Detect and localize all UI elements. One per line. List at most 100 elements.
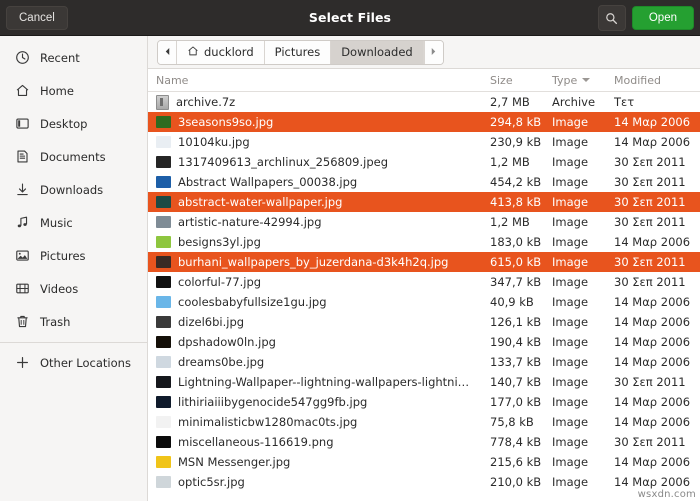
- file-size-cell: 215,6 kB: [490, 455, 542, 469]
- header-actions: Open: [597, 0, 694, 36]
- file-name-cell: artistic-nature-42994.jpg: [148, 215, 490, 229]
- file-row[interactable]: abstract-water-wallpaper.jpg 413,8 kB Imag…: [148, 192, 700, 212]
- image-thumbnail: [156, 376, 171, 388]
- sidebar-item-music[interactable]: Music: [0, 206, 147, 239]
- file-name-cell: minimalisticbw1280mac0ts.jpg: [148, 415, 490, 429]
- file-name-label: MSN Messenger.jpg: [178, 455, 291, 469]
- sidebar-item-recent[interactable]: Recent: [0, 41, 147, 74]
- file-size-cell: 140,7 kB: [490, 375, 542, 389]
- sidebar-item-other-locations[interactable]: Other Locations: [0, 346, 147, 379]
- file-row[interactable]: colorful-77.jpg 347,7 kB Image 30 Σεπ 2011: [148, 272, 700, 292]
- sidebar-item-desktop[interactable]: Desktop: [0, 107, 147, 140]
- file-row[interactable]: optic5sr.jpg 210,0 kB Image 14 Μαρ 2006: [148, 472, 700, 492]
- file-row[interactable]: 1317409613_archlinux_256809.jpeg 1,2 MB Im…: [148, 152, 700, 172]
- file-size-cell: 347,7 kB: [490, 275, 542, 289]
- file-row[interactable]: MSN Messenger.jpg 215,6 kB Image 14 Μαρ 200…: [148, 452, 700, 472]
- document-icon: [14, 149, 30, 165]
- file-modified-cell: 14 Μαρ 2006: [614, 235, 691, 249]
- column-header-type[interactable]: Type: [552, 74, 614, 87]
- sidebar-item-downloads[interactable]: Downloads: [0, 173, 147, 206]
- video-icon: [14, 281, 30, 297]
- dialog-title: Select Files: [308, 10, 392, 25]
- file-modified-cell: 30 Σεπ 2011: [614, 155, 686, 169]
- file-name-cell: besigns3yl.jpg: [148, 235, 490, 249]
- sidebar-item-label: Recent: [40, 50, 80, 65]
- file-type-cell: Image: [552, 155, 589, 169]
- image-thumbnail: [156, 436, 171, 448]
- file-row[interactable]: burhani_wallpapers_by_juzerdana-d3k4h2q.…: [148, 252, 700, 272]
- image-thumbnail: [156, 196, 171, 208]
- file-name-label: lithiriaiiibygenocide547gg9fb.jpg: [178, 395, 368, 409]
- path-back-button[interactable]: [158, 40, 177, 64]
- file-name-cell: coolesbabyfullsize1gu.jpg: [148, 295, 490, 309]
- sidebar-item-trash[interactable]: Trash: [0, 305, 147, 338]
- breadcrumb-item-downloaded[interactable]: Downloaded: [331, 40, 424, 64]
- breadcrumb-item-ducklord[interactable]: ducklord: [177, 40, 265, 64]
- file-modified-cell: 14 Μαρ 2006: [614, 315, 691, 329]
- places-sidebar: Recent Home Desktop Documents Downloads …: [0, 36, 148, 501]
- file-row[interactable]: lithiriaiiibygenocide547gg9fb.jpg 177,0 k…: [148, 392, 700, 412]
- file-size-cell: 615,0 kB: [490, 255, 542, 269]
- file-type-cell: Image: [552, 355, 589, 369]
- image-thumbnail: [156, 276, 171, 288]
- file-row[interactable]: Abstract Wallpapers_00038.jpg 454,2 kB Ima…: [148, 172, 700, 192]
- image-thumbnail: [156, 336, 171, 348]
- image-thumbnail: [156, 456, 171, 468]
- file-modified-cell: 14 Μαρ 2006: [614, 475, 691, 489]
- sidebar-item-documents[interactable]: Documents: [0, 140, 147, 173]
- file-name-label: 10104ku.jpg: [178, 135, 250, 149]
- file-name-cell: colorful-77.jpg: [148, 275, 490, 289]
- file-browser-pane: ducklord Pictures Downloaded Name Size T…: [148, 36, 700, 501]
- search-button[interactable]: [597, 5, 626, 31]
- image-thumbnail: [156, 116, 171, 128]
- sidebar-item-pictures[interactable]: Pictures: [0, 239, 147, 272]
- path-bar-area: ducklord Pictures Downloaded: [148, 36, 700, 69]
- file-name-cell: optic5sr.jpg: [148, 475, 490, 489]
- clock-icon: [14, 50, 30, 66]
- file-modified-cell: 14 Μαρ 2006: [614, 135, 691, 149]
- file-name-cell: 3seasons9so.jpg: [148, 115, 490, 129]
- file-modified-cell: 14 Μαρ 2006: [614, 355, 691, 369]
- file-name-cell: 1317409613_archlinux_256809.jpeg: [148, 155, 490, 169]
- file-row[interactable]: dreams0be.jpg 133,7 kB Image 14 Μαρ 2006: [148, 352, 700, 372]
- file-row[interactable]: minimalisticbw1280mac0ts.jpg 75,8 kB Image…: [148, 412, 700, 432]
- sidebar-item-videos[interactable]: Videos: [0, 272, 147, 305]
- file-list[interactable]: archive.7z 2,7 MB Archive Τετ 3seasons9so.jp…: [148, 92, 700, 501]
- file-modified-cell: 30 Σεπ 2011: [614, 195, 686, 209]
- file-name-label: 3seasons9so.jpg: [178, 115, 274, 129]
- sort-descending-icon: [582, 78, 591, 82]
- file-type-cell: Image: [552, 135, 589, 149]
- file-name-cell: 10104ku.jpg: [148, 135, 490, 149]
- sidebar-item-label: Documents: [40, 149, 106, 164]
- file-row[interactable]: coolesbabyfullsize1gu.jpg 40,9 kB Image 14 …: [148, 292, 700, 312]
- file-name-label: Abstract Wallpapers_00038.jpg: [178, 175, 358, 189]
- file-row[interactable]: besigns3yl.jpg 183,0 kB Image 14 Μαρ 2006: [148, 232, 700, 252]
- open-button[interactable]: Open: [631, 6, 694, 30]
- image-thumbnail: [156, 156, 171, 168]
- column-header-name[interactable]: Name: [148, 74, 490, 87]
- column-header-modified[interactable]: Modified: [614, 74, 700, 87]
- file-row[interactable]: miscellaneous-116619.png 778,4 kB Image 30 …: [148, 432, 700, 452]
- cancel-button[interactable]: Cancel: [6, 5, 68, 30]
- file-row[interactable]: 10104ku.jpg 230,9 kB Image 14 Μαρ 2006: [148, 132, 700, 152]
- image-thumbnail: [156, 316, 171, 328]
- file-row[interactable]: dpshadow0ln.jpg 190,4 kB Image 14 Μαρ 2006: [148, 332, 700, 352]
- trash-icon: [14, 314, 30, 330]
- file-modified-cell: 14 Μαρ 2006: [614, 415, 691, 429]
- path-forward-button[interactable]: [423, 40, 443, 64]
- file-row[interactable]: artistic-nature-42994.jpg 1,2 MB Image 30 Σ…: [148, 212, 700, 232]
- image-thumbnail: [156, 236, 171, 248]
- archive-file-icon: [156, 94, 169, 110]
- file-type-cell: Image: [552, 335, 589, 349]
- file-modified-cell: 14 Μαρ 2006: [614, 295, 691, 309]
- file-row[interactable]: Lightning-Wallpaper--lightning-wallpaper…: [148, 372, 700, 392]
- file-row[interactable]: 3seasons9so.jpg 294,8 kB Image 14 Μαρ 2006: [148, 112, 700, 132]
- dialog-body: Recent Home Desktop Documents Downloads …: [0, 36, 700, 501]
- desktop-icon: [14, 116, 30, 132]
- file-row[interactable]: dizel6bi.jpg 126,1 kB Image 14 Μαρ 2006: [148, 312, 700, 332]
- column-header-size[interactable]: Size: [490, 74, 552, 87]
- file-size-cell: 210,0 kB: [490, 475, 542, 489]
- sidebar-item-home[interactable]: Home: [0, 74, 147, 107]
- breadcrumb-item-pictures[interactable]: Pictures: [264, 40, 332, 64]
- file-row[interactable]: archive.7z 2,7 MB Archive Τετ: [148, 92, 700, 112]
